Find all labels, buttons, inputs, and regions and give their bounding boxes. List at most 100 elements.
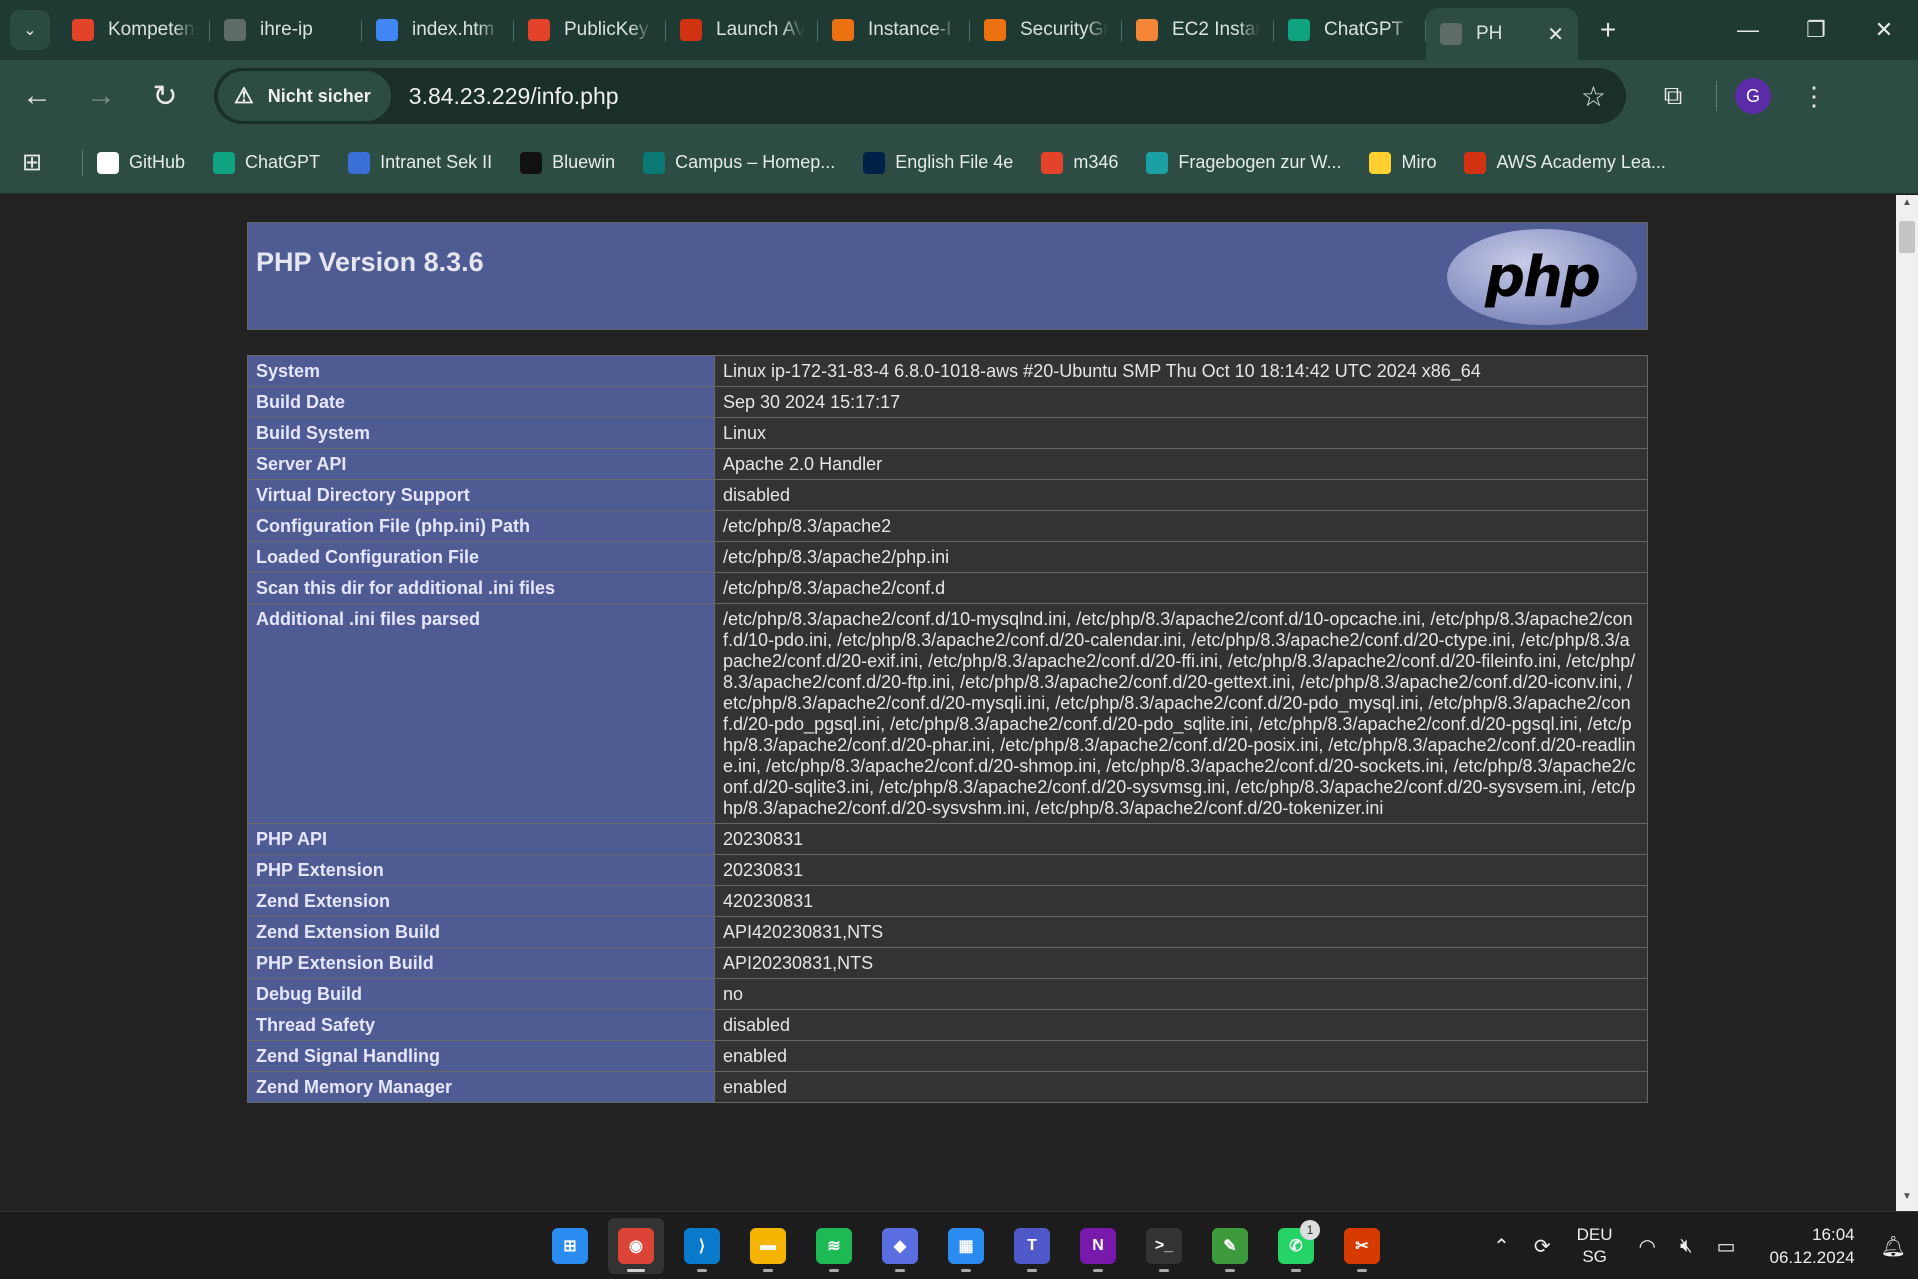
spotify-icon: ≋ bbox=[816, 1228, 852, 1264]
taskbar-app[interactable]: ▦ bbox=[938, 1218, 994, 1274]
clock[interactable]: 16:04 06.12.2024 bbox=[1770, 1223, 1855, 1269]
copilot-icon: ◆ bbox=[882, 1228, 918, 1264]
info-value: Apache 2.0 Handler bbox=[714, 448, 1648, 480]
more-menu-icon[interactable]: ⋮ bbox=[1801, 81, 1827, 112]
bookmark-label: English File 4e bbox=[895, 152, 1014, 172]
info-value: no bbox=[714, 978, 1648, 1010]
taskbar-app[interactable]: ◉ bbox=[608, 1218, 664, 1274]
clock-date: 06.12.2024 bbox=[1769, 1248, 1855, 1267]
miro-icon bbox=[1369, 151, 1392, 174]
taskbar-app[interactable]: T bbox=[1004, 1218, 1060, 1274]
language-code: DEU bbox=[1576, 1225, 1613, 1244]
chevron-up-icon[interactable]: ⌃ bbox=[1493, 1234, 1510, 1259]
form-icon bbox=[1146, 151, 1169, 174]
taskbar-app[interactable]: N bbox=[1070, 1218, 1126, 1274]
bookmark-item[interactable]: Intranet Sek II bbox=[348, 151, 492, 174]
apps-grid-icon[interactable]: ⊞ bbox=[22, 148, 70, 177]
page-scrollbar[interactable]: ▲ ▼ bbox=[1896, 195, 1918, 1211]
taskbar-app[interactable]: ✎ bbox=[1202, 1218, 1258, 1274]
info-value: enabled bbox=[714, 1040, 1648, 1072]
bookmark-item[interactable]: Miro bbox=[1369, 151, 1437, 174]
keyboard-layout: SG bbox=[1582, 1247, 1607, 1266]
taskbar-app[interactable]: ◆ bbox=[872, 1218, 928, 1274]
aws-icon bbox=[984, 19, 1006, 41]
forward-button[interactable]: → bbox=[74, 69, 128, 123]
browser-tab[interactable]: Instance-I bbox=[818, 6, 970, 54]
window-controls: — ❐ ✕ bbox=[1714, 0, 1918, 60]
info-key: Zend Memory Manager bbox=[247, 1071, 715, 1103]
info-value: enabled bbox=[714, 1071, 1648, 1103]
browser-tab[interactable]: ChatGPT bbox=[1274, 6, 1426, 54]
battery-icon[interactable]: ▭ bbox=[1717, 1234, 1736, 1259]
php-info-table: System Linux ip-172-31-83-4 6.8.0-1018-aw… bbox=[247, 355, 1648, 1103]
taskbar-app[interactable]: >_ bbox=[1136, 1218, 1192, 1274]
chrome-icon: ◉ bbox=[618, 1228, 654, 1264]
browser-tab[interactable]: Kompeten bbox=[58, 6, 210, 54]
info-key: Zend Extension bbox=[247, 885, 715, 917]
browser-tab[interactable]: ihre-ip bbox=[210, 6, 362, 54]
bookmark-item[interactable]: Bluewin bbox=[520, 151, 615, 174]
page-viewport[interactable]: PHP Version 8.3.6 php System Linux ip-172… bbox=[0, 195, 1896, 1211]
url-text[interactable]: 3.84.23.229/info.php bbox=[409, 83, 619, 110]
running-indicator bbox=[1291, 1269, 1301, 1272]
taskbar-app[interactable]: ≋ bbox=[806, 1218, 862, 1274]
scroll-down-arrow-icon[interactable]: ▼ bbox=[1896, 1191, 1918, 1209]
bookmark-item[interactable]: Campus – Homep... bbox=[643, 151, 836, 174]
notifications-icon[interactable]: 🔔︎ bbox=[1881, 1234, 1906, 1259]
browser-tab[interactable]: PublicKey bbox=[514, 6, 666, 54]
profile-avatar[interactable]: G bbox=[1735, 78, 1771, 114]
scrollbar-thumb[interactable] bbox=[1899, 221, 1915, 253]
browser-tab[interactable]: PH ✕ bbox=[1426, 8, 1578, 60]
wifi-icon[interactable]: ◠ bbox=[1639, 1234, 1656, 1259]
close-window-button[interactable]: ✕ bbox=[1850, 0, 1918, 60]
bookmark-item[interactable]: ChatGPT bbox=[213, 151, 320, 174]
bookmark-item[interactable]: English File 4e bbox=[863, 151, 1014, 174]
bookmark-label: Miro bbox=[1401, 152, 1437, 172]
back-button[interactable]: ← bbox=[10, 69, 64, 123]
table-row: Scan this dir for additional .ini files /… bbox=[247, 572, 1648, 604]
table-row: Zend Memory Manager enabled bbox=[247, 1071, 1648, 1103]
new-tab-button[interactable]: + bbox=[1588, 10, 1628, 50]
warning-icon: ⚠ bbox=[234, 83, 254, 108]
arrow-left-icon: ← bbox=[22, 79, 52, 112]
browser-tab[interactable]: EC2 Instan bbox=[1122, 6, 1274, 54]
info-key: Scan this dir for additional .ini files bbox=[247, 572, 715, 604]
bookmark-item[interactable]: GitHub bbox=[97, 151, 185, 174]
restore-button[interactable]: ❐ bbox=[1782, 0, 1850, 60]
taskbar-app[interactable]: ▬ bbox=[740, 1218, 796, 1274]
table-row: Zend Extension 420230831 bbox=[247, 885, 1648, 917]
taskbar-app[interactable]: ⟩ bbox=[674, 1218, 730, 1274]
tab-title: SecurityGr bbox=[1020, 19, 1108, 40]
info-key: PHP API bbox=[247, 823, 715, 855]
extensions-icon[interactable]: ⧉ bbox=[1648, 80, 1698, 112]
tab-title: Launch AV bbox=[716, 19, 804, 40]
volume-muted-icon[interactable]: 🔇︎ bbox=[1680, 1235, 1693, 1258]
bookmark-item[interactable]: m346 bbox=[1041, 151, 1118, 174]
security-indicator[interactable]: ⚠ Nicht sicher bbox=[218, 71, 391, 121]
bookmark-label: Campus – Homep... bbox=[675, 152, 836, 172]
reload-button[interactable]: ↻ bbox=[138, 69, 192, 123]
scroll-up-arrow-icon[interactable]: ▲ bbox=[1896, 197, 1918, 215]
minimize-button[interactable]: — bbox=[1714, 0, 1782, 60]
sync-icon[interactable]: ⟳ bbox=[1534, 1234, 1551, 1259]
running-indicator bbox=[829, 1269, 839, 1272]
info-value: API20230831,NTS bbox=[714, 947, 1648, 979]
bookmark-star-icon[interactable]: ☆ bbox=[1581, 80, 1606, 113]
address-bar[interactable]: ⚠ Nicht sicher 3.84.23.229/info.php ☆ bbox=[214, 68, 1626, 124]
browser-toolbar: ← → ↻ ⚠ Nicht sicher 3.84.23.229/info.ph… bbox=[0, 60, 1918, 132]
tab-search-button[interactable]: ⌄ bbox=[10, 10, 50, 50]
browser-tab[interactable]: SecurityGr bbox=[970, 6, 1122, 54]
taskbar-app[interactable]: ✂ bbox=[1334, 1218, 1390, 1274]
gitlab-icon bbox=[528, 19, 550, 41]
info-key: Thread Safety bbox=[247, 1009, 715, 1041]
taskbar-app[interactable]: ⊞ bbox=[542, 1218, 598, 1274]
info-key: Build System bbox=[247, 417, 715, 449]
chatgpt-icon bbox=[1288, 19, 1310, 41]
browser-tab[interactable]: index.htm bbox=[362, 6, 514, 54]
bookmark-item[interactable]: Fragebogen zur W... bbox=[1146, 151, 1341, 174]
taskbar-app[interactable]: ✆ 1 bbox=[1268, 1218, 1324, 1274]
browser-tab[interactable]: Launch AV bbox=[666, 6, 818, 54]
bookmark-item[interactable]: AWS Academy Lea... bbox=[1464, 151, 1666, 174]
input-language[interactable]: DEU SG bbox=[1577, 1224, 1613, 1268]
close-tab-icon[interactable]: ✕ bbox=[1547, 22, 1564, 47]
